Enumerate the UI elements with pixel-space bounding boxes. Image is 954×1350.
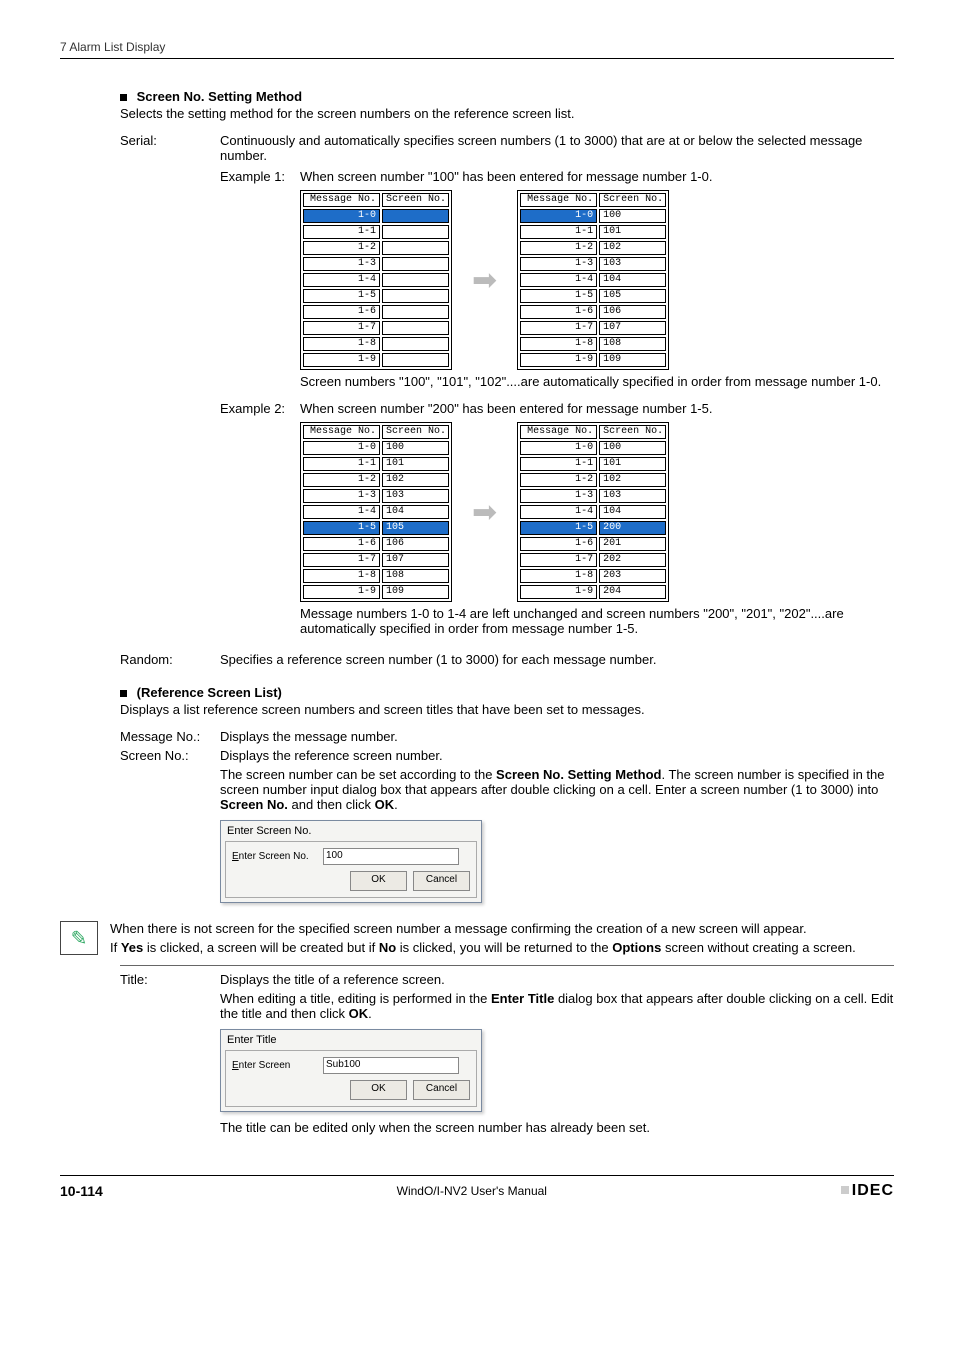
serial-desc: Continuously and automatically specifies… xyxy=(220,133,894,163)
example2-text: When screen number "200" has been entere… xyxy=(300,401,894,416)
example2-tables: Message No.Screen No. 1-0100 1-1101 1-21… xyxy=(300,422,894,602)
example1-text: When screen number "100" has been entere… xyxy=(300,169,894,184)
arrow-right-icon: ➡ xyxy=(472,263,497,298)
cancel-button[interactable]: Cancel xyxy=(413,871,470,891)
example2-table-left: Message No.Screen No. 1-0100 1-1101 1-21… xyxy=(300,422,452,602)
bullet-icon xyxy=(120,690,127,697)
example1-table-left: Message No.Screen No. 1-0 1-1 1-2 1-3 1-… xyxy=(300,190,452,370)
section-heading-1: Screen No. Setting Method xyxy=(120,89,894,104)
dialog-title: Enter Title xyxy=(221,1030,481,1050)
page-number: 10-114 xyxy=(60,1183,103,1199)
example1-table-right: Message No.Screen No. 1-0100 1-1101 1-21… xyxy=(517,190,669,370)
screen-no-input[interactable]: 100 xyxy=(323,848,459,865)
random-term: Random: xyxy=(120,652,220,667)
title-desc: Displays the title of a reference screen… xyxy=(220,972,894,987)
note-para-1: When there is not screen for the specifi… xyxy=(110,921,894,936)
example2-label: Example 2: xyxy=(220,401,300,416)
bullet-icon xyxy=(120,94,127,101)
dialog-label: EEnter Screen No.nter Screen No. xyxy=(232,851,317,862)
note-para-2: If Yes is clicked, a screen will be crea… xyxy=(110,940,894,955)
dialog-label: EEnter Screennter Screen xyxy=(232,1060,317,1071)
separator-rule xyxy=(120,965,894,966)
random-desc: Specifies a reference screen number (1 t… xyxy=(220,652,894,667)
messageno-desc: Displays the message number. xyxy=(220,729,894,744)
ok-button[interactable]: OK xyxy=(350,1080,407,1100)
ok-button[interactable]: OK xyxy=(350,871,407,891)
title-para: When editing a title, editing is perform… xyxy=(220,991,894,1021)
enter-screen-no-dialog: Enter Screen No. EEnter Screen No.nter S… xyxy=(220,820,482,903)
note-icon: ✎ xyxy=(60,921,98,955)
example1-tables: Message No.Screen No. 1-0 1-1 1-2 1-3 1-… xyxy=(300,190,894,370)
title-input[interactable]: Sub100 xyxy=(323,1057,459,1074)
idec-logo: IDEC xyxy=(841,1182,894,1200)
title-after: The title can be edited only when the sc… xyxy=(220,1120,894,1135)
enter-title-dialog: Enter Title EEnter Screennter Screen Sub… xyxy=(220,1029,482,1112)
header-rule xyxy=(60,58,894,59)
running-header: 7 Alarm List Display xyxy=(60,40,894,54)
arrow-right-icon: ➡ xyxy=(472,495,497,530)
example2-caption: Message numbers 1-0 to 1-4 are left unch… xyxy=(300,606,894,636)
messageno-term: Message No.: xyxy=(120,729,220,744)
example1-label: Example 1: xyxy=(220,169,300,184)
footer-title: WindO/I-NV2 User's Manual xyxy=(397,1184,547,1198)
section-intro-1: Selects the setting method for the scree… xyxy=(120,106,894,121)
screenno-para: The screen number can be set according t… xyxy=(220,767,894,812)
cancel-button[interactable]: Cancel xyxy=(413,1080,470,1100)
section-heading-2: (Reference Screen List) xyxy=(120,685,894,700)
example2-table-right: Message No.Screen No. 1-0100 1-1101 1-21… xyxy=(517,422,669,602)
screenno-term: Screen No.: xyxy=(120,748,220,911)
dialog-title: Enter Screen No. xyxy=(221,821,481,841)
section-intro-2: Displays a list reference screen numbers… xyxy=(120,702,894,717)
serial-term: Serial: xyxy=(120,133,220,648)
example1-caption: Screen numbers "100", "101", "102"....ar… xyxy=(300,374,894,389)
screenno-desc: Displays the reference screen number. xyxy=(220,748,894,763)
title-term: Title: xyxy=(120,972,220,1135)
